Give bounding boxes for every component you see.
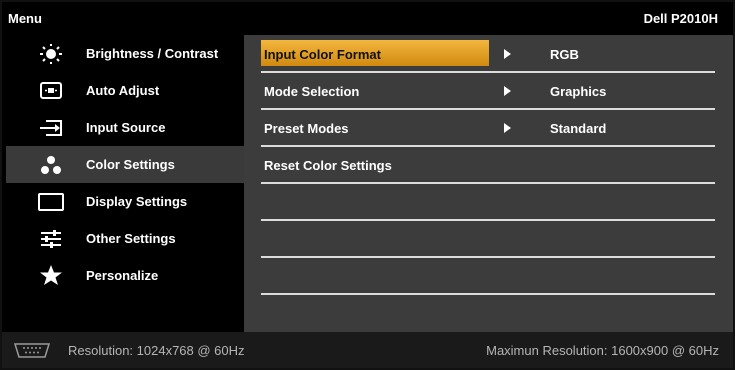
sidebar-item-other-settings[interactable]: Other Settings xyxy=(6,220,244,257)
submenu-row-value: Graphics xyxy=(550,84,607,99)
sidebar-item-label: Other Settings xyxy=(86,231,176,246)
arrow-right-icon xyxy=(504,123,511,133)
brightness-icon xyxy=(36,44,66,64)
submenu-row-reset-color-settings[interactable]: Reset Color Settings xyxy=(261,146,715,184)
sidebar-item-label: Brightness / Contrast xyxy=(86,46,219,61)
submenu-row-empty xyxy=(261,183,715,221)
submenu-row-empty xyxy=(261,257,715,295)
osd-window: Menu Dell P2010H Brightness / Contrast A… xyxy=(0,0,735,370)
submenu-row-label: Preset Modes xyxy=(264,121,349,136)
sidebar-item-input-source[interactable]: Input Source xyxy=(6,109,244,146)
submenu-row-label: Reset Color Settings xyxy=(264,158,392,173)
status-bar: Resolution: 1024x768 @ 60Hz Maximun Reso… xyxy=(2,332,733,368)
submenu-row-empty xyxy=(261,220,715,258)
maximum-resolution: Maximun Resolution: 1600x900 @ 60Hz xyxy=(486,343,719,358)
submenu-row-value: Standard xyxy=(550,121,607,136)
menu-body: Brightness / Contrast Auto Adjust Input … xyxy=(2,35,733,332)
submenu-row-preset-modes[interactable]: Preset Modes Standard xyxy=(261,109,715,147)
submenu-row-mode-selection[interactable]: Mode Selection Graphics xyxy=(261,72,715,110)
submenu-row-label: Mode Selection xyxy=(264,84,360,99)
arrow-right-icon xyxy=(504,49,511,59)
color-settings-icon xyxy=(36,155,66,175)
sidebar-item-label: Color Settings xyxy=(86,157,175,172)
other-settings-icon xyxy=(36,229,66,249)
monitor-model: Dell P2010H xyxy=(643,11,718,26)
display-settings-icon xyxy=(36,192,66,212)
title-bar: Menu Dell P2010H xyxy=(2,2,733,35)
menu-title: Menu xyxy=(8,11,42,26)
sidebar-item-color-settings[interactable]: Color Settings xyxy=(6,146,244,183)
sidebar: Brightness / Contrast Auto Adjust Input … xyxy=(6,35,244,332)
star-icon xyxy=(36,265,66,286)
sidebar-item-label: Display Settings xyxy=(86,194,188,209)
sidebar-item-brightness-contrast[interactable]: Brightness / Contrast xyxy=(6,35,244,72)
submenu-row-label: Input Color Format xyxy=(264,47,381,62)
sidebar-item-label: Auto Adjust xyxy=(86,83,160,98)
arrow-right-icon xyxy=(504,86,511,96)
sidebar-item-label: Personalize xyxy=(86,268,159,283)
auto-adjust-icon xyxy=(36,81,66,101)
current-resolution: Resolution: 1024x768 @ 60Hz xyxy=(68,343,245,358)
sidebar-item-label: Input Source xyxy=(86,120,166,135)
vga-icon xyxy=(12,343,52,358)
submenu-row-value: RGB xyxy=(550,47,579,62)
sidebar-item-display-settings[interactable]: Display Settings xyxy=(6,183,244,220)
submenu-row-input-color-format[interactable]: Input Color Format RGB xyxy=(261,35,715,73)
sidebar-item-auto-adjust[interactable]: Auto Adjust xyxy=(6,72,244,109)
submenu-panel: Input Color Format RGB Mode Selection Gr… xyxy=(244,35,733,332)
input-source-icon xyxy=(36,118,66,138)
sidebar-item-personalize[interactable]: Personalize xyxy=(6,257,244,294)
